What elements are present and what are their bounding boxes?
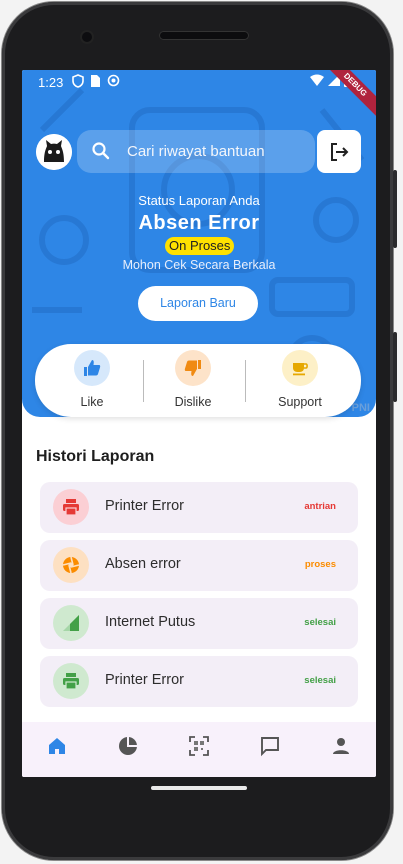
volume-button — [393, 170, 397, 248]
shield-icon — [72, 74, 84, 88]
support-button[interactable]: Support — [260, 350, 340, 409]
history-title: Histori Laporan — [36, 448, 155, 465]
person-icon — [333, 738, 349, 754]
history-item-title: Absen error — [105, 556, 181, 572]
aperture-icon — [62, 556, 80, 574]
dislike-label: Dislike — [174, 395, 212, 409]
app-screen: 1:23 DEBUG Cari riwayat bantuan Status L… — [22, 70, 376, 777]
pie-chart-icon — [119, 737, 137, 755]
history-item[interactable]: Printer Error antrian — [40, 482, 358, 533]
status-note: Mohon Cek Secara Berkala — [122, 258, 276, 272]
history-item-status: antrian — [304, 501, 336, 512]
nav-chat[interactable] — [258, 734, 282, 758]
logout-icon — [331, 143, 349, 161]
chat-icon — [261, 737, 279, 757]
qr-scan-icon — [189, 736, 209, 756]
bottom-nav — [22, 722, 376, 777]
nav-scan[interactable] — [187, 734, 211, 758]
history-item[interactable]: Absen error proses — [40, 540, 358, 591]
status-time: 1:23 — [38, 75, 64, 90]
history-item-title: Printer Error — [105, 672, 184, 688]
history-item[interactable]: Printer Error selesai — [40, 656, 358, 707]
history-item-icon — [53, 605, 89, 641]
history-item-status: selesai — [304, 617, 336, 628]
speaker-grille — [159, 31, 249, 40]
nav-statistics[interactable] — [116, 734, 140, 758]
thumb-up-icon — [84, 360, 101, 376]
status-bar: 1:23 — [22, 70, 376, 94]
status-label: Status Laporan Anda — [138, 193, 260, 208]
front-camera — [82, 32, 92, 42]
logout-button[interactable] — [317, 130, 361, 173]
avatar[interactable] — [36, 134, 72, 170]
sync-icon — [107, 74, 120, 87]
report-title: Absen Error — [138, 212, 260, 234]
sim-card-icon — [91, 75, 100, 87]
coffee-icon — [293, 363, 308, 376]
search-icon — [92, 142, 110, 160]
thumb-down-icon — [184, 360, 201, 376]
divider — [143, 360, 144, 402]
history-item-icon — [53, 547, 89, 583]
home-icon — [49, 738, 65, 754]
history-item-title: Internet Putus — [105, 614, 196, 630]
home-indicator[interactable] — [151, 786, 247, 790]
search-input[interactable]: Cari riwayat bantuan — [77, 130, 315, 173]
nav-profile[interactable] — [329, 734, 353, 758]
history-item-status: selesai — [304, 675, 336, 686]
printer-icon — [63, 499, 79, 516]
history-item-status: proses — [304, 559, 336, 570]
power-button — [393, 332, 397, 402]
new-report-button[interactable]: Laporan Baru — [138, 286, 258, 321]
history-item-icon — [53, 663, 89, 699]
dislike-button[interactable]: Dislike — [153, 350, 233, 409]
github-cat-icon — [36, 134, 72, 170]
wifi-icon — [310, 74, 324, 86]
history-item-icon — [53, 489, 89, 525]
divider — [245, 360, 246, 402]
status-badge: On Proses — [165, 237, 235, 255]
like-label: Like — [80, 395, 104, 409]
nav-home[interactable] — [45, 734, 69, 758]
printer-icon — [63, 673, 79, 690]
support-label: Support — [278, 395, 322, 409]
signal-icon — [63, 615, 79, 631]
reaction-card: Like Dislike Support — [35, 344, 361, 417]
history-item-title: Printer Error — [105, 498, 184, 514]
like-button[interactable]: Like — [52, 350, 132, 409]
history-item[interactable]: Internet Putus selesai — [40, 598, 358, 649]
search-placeholder: Cari riwayat bantuan — [127, 143, 265, 160]
